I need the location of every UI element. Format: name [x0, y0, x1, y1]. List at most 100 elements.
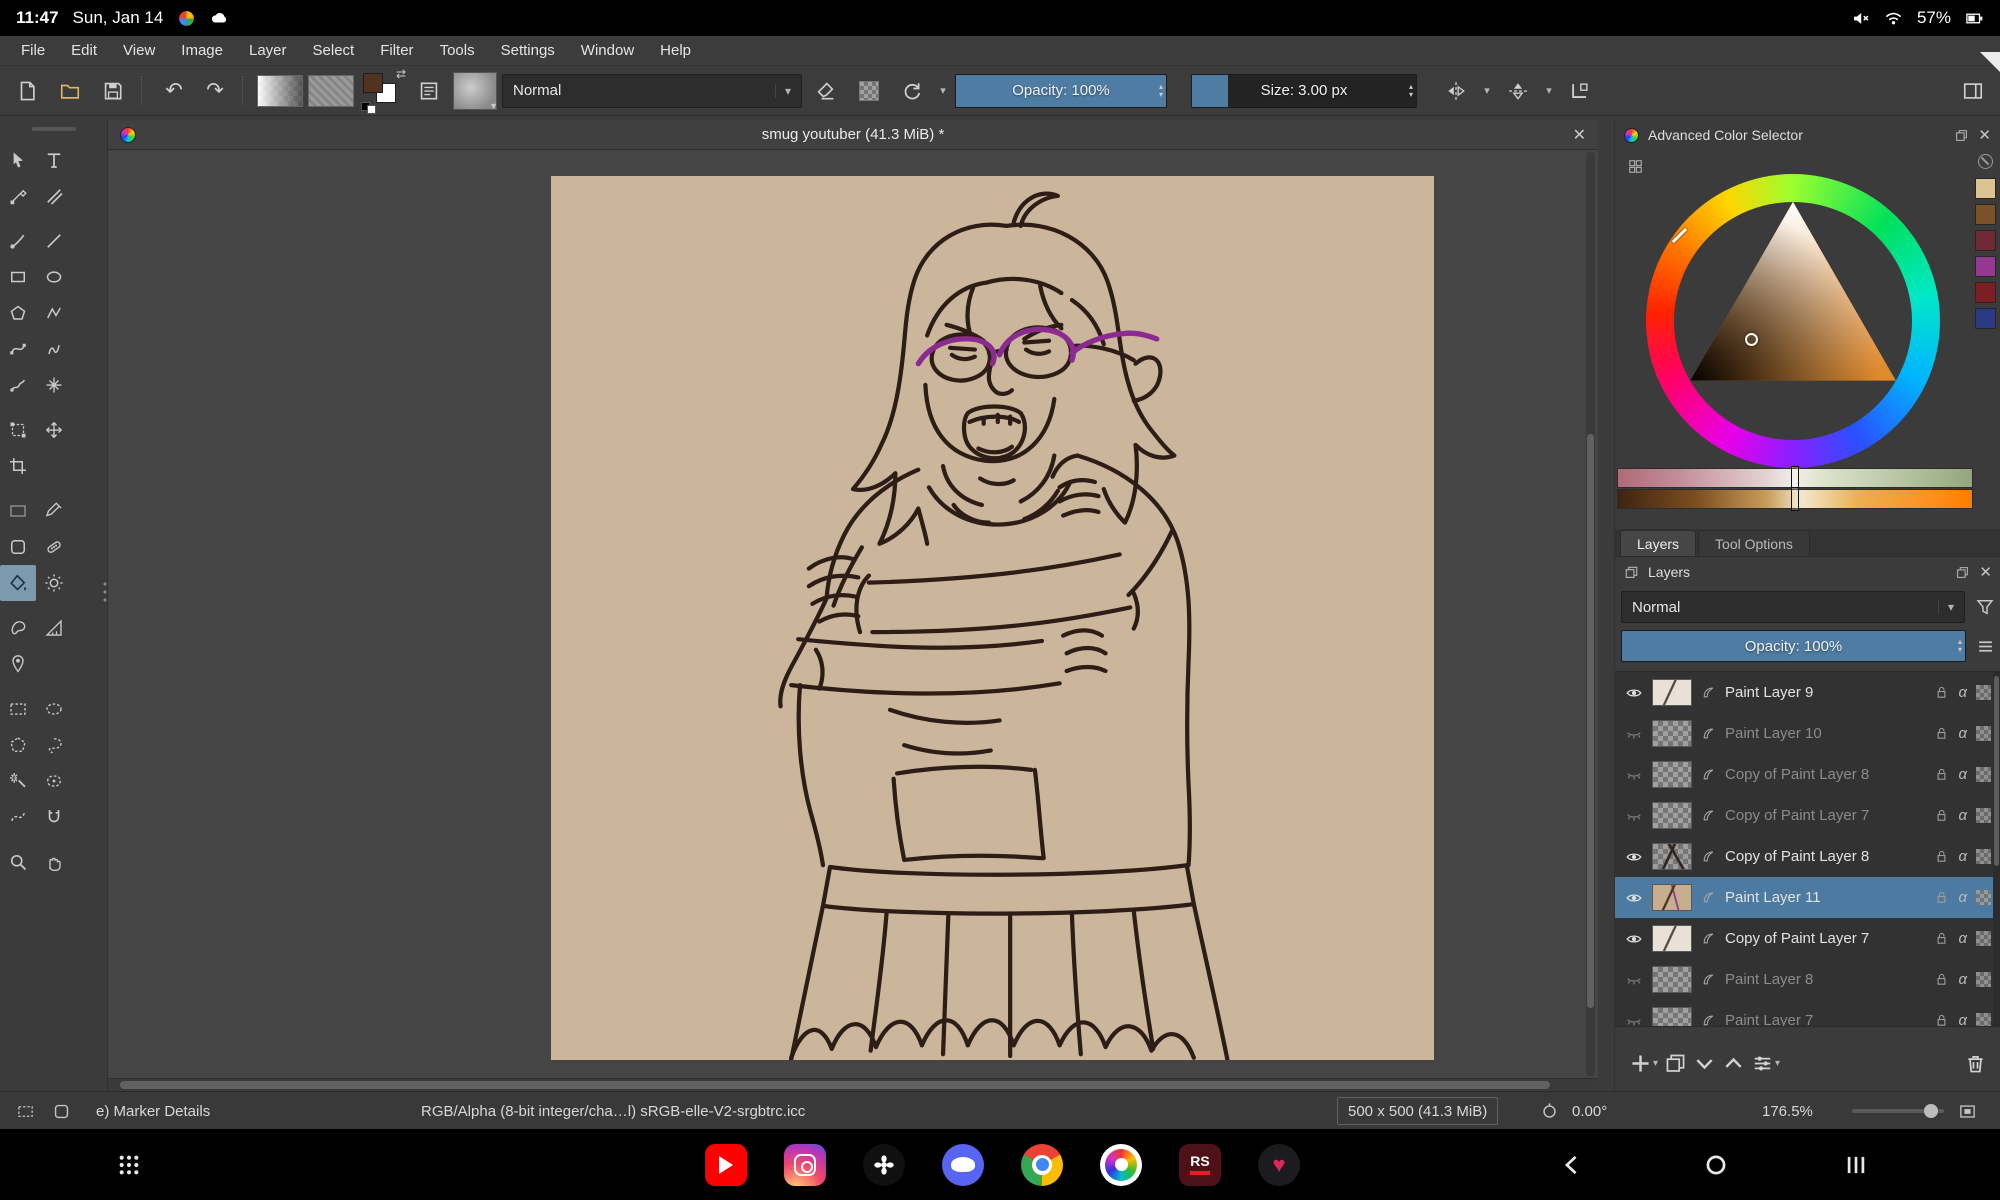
tool-polyline[interactable]	[36, 295, 72, 331]
layer-alpha-lock-icon[interactable]: α	[1958, 684, 1967, 701]
menu-window[interactable]: Window	[568, 36, 647, 65]
layer-filter-icon[interactable]	[1975, 597, 1995, 617]
chevron-down-icon[interactable]: ▾	[936, 72, 950, 110]
layer-alpha-checker-icon[interactable]	[1976, 685, 1991, 700]
app-icon-paint[interactable]	[1100, 1144, 1142, 1186]
new-document-button[interactable]	[8, 72, 46, 110]
fit-page-icon[interactable]	[1958, 1092, 1977, 1130]
layer-lock-icon[interactable]	[1934, 972, 1949, 987]
brush-size-slider[interactable]: Size: 3.00 px ▴▾	[1191, 74, 1417, 108]
shade-strip-handle[interactable]	[1791, 487, 1799, 511]
vertical-mirror-button[interactable]	[1499, 72, 1537, 110]
close-document-icon[interactable]: ✕	[1573, 125, 1586, 145]
tool-pan[interactable]	[36, 844, 72, 880]
shade-gradient-strip-1[interactable]	[1617, 468, 1973, 488]
tool-elliptical-selection[interactable]	[36, 691, 72, 727]
app-drawer-icon[interactable]	[118, 1154, 140, 1176]
layer-properties-button[interactable]: ▾	[1751, 1052, 1780, 1075]
zoom-slider[interactable]	[1852, 1092, 1944, 1130]
tool-assistants[interactable]	[36, 610, 72, 646]
redo-button[interactable]: ↷	[197, 78, 233, 103]
tool-select-shapes[interactable]	[0, 142, 36, 178]
menu-filter[interactable]: Filter	[367, 36, 426, 65]
vertical-scrollbar[interactable]	[1586, 152, 1595, 1076]
gradient-chooser-button[interactable]	[257, 75, 303, 107]
recent-color-swatch[interactable]	[1975, 204, 1996, 225]
float-docker-icon[interactable]	[1954, 128, 1969, 143]
recent-color-swatch[interactable]	[1975, 230, 1996, 251]
eraser-mode-button[interactable]	[807, 72, 845, 110]
layer-lock-icon[interactable]	[1934, 808, 1949, 823]
layer-visibility-toggle[interactable]	[1625, 807, 1643, 825]
tool-move[interactable]	[36, 412, 72, 448]
layer-opacity-slider[interactable]: Opacity: 100% ▴▾	[1621, 630, 1966, 662]
menu-help[interactable]: Help	[647, 36, 704, 65]
tool-multibrush[interactable]	[36, 367, 72, 403]
tool-calligraphy[interactable]	[36, 178, 72, 214]
recent-color-swatch[interactable]	[1975, 178, 1996, 199]
tool-polygon[interactable]	[0, 295, 36, 331]
rotation-icon[interactable]	[1540, 1092, 1559, 1130]
layer-row[interactable]: Copy of Paint Layer 7 α	[1615, 795, 2000, 836]
tool-freehand-path[interactable]	[36, 331, 72, 367]
swap-colors-icon[interactable]: ⇄	[396, 67, 406, 81]
tool-edit-shapes[interactable]	[0, 178, 36, 214]
menu-image[interactable]: Image	[168, 36, 236, 65]
tool-polygonal-selection[interactable]	[0, 727, 36, 763]
move-layer-up-button[interactable]	[1722, 1052, 1745, 1075]
menu-view[interactable]: View	[110, 36, 168, 65]
global-selection-icon[interactable]	[16, 1092, 35, 1130]
tool-transform[interactable]	[0, 412, 36, 448]
layer-row[interactable]: Paint Layer 10 α	[1615, 713, 2000, 754]
reset-colors-white-swatch[interactable]	[367, 105, 376, 114]
trim-to-image-size-button[interactable]	[1561, 72, 1599, 110]
tool-contiguous-selection[interactable]	[0, 763, 36, 799]
layer-row[interactable]: Copy of Paint Layer 8 α	[1615, 754, 2000, 795]
layer-row[interactable]: Paint Layer 9 α	[1615, 672, 2000, 713]
tool-crop[interactable]	[0, 448, 36, 484]
color-selector-settings-icon[interactable]	[1627, 158, 1644, 175]
delete-layer-button[interactable]	[1964, 1052, 1987, 1075]
zoom-value[interactable]: 176.5%	[1762, 1092, 1813, 1130]
tool-enclose-and-fill[interactable]	[36, 565, 72, 601]
layer-lock-icon[interactable]	[1934, 685, 1949, 700]
app-icon-youtube[interactable]	[705, 1144, 747, 1186]
float-docker-icon[interactable]	[1955, 565, 1970, 580]
pattern-chooser-button[interactable]	[308, 75, 354, 107]
layer-alpha-checker-icon[interactable]	[1976, 890, 1991, 905]
layer-alpha-checker-icon[interactable]	[1976, 972, 1991, 987]
tool-similar-color-selection[interactable]	[36, 763, 72, 799]
menu-select[interactable]: Select	[300, 36, 368, 65]
layer-alpha-checker-icon[interactable]	[1976, 808, 1991, 823]
layer-row[interactable]: Paint Layer 7 α	[1615, 1000, 2000, 1027]
tool-text[interactable]	[36, 142, 72, 178]
layer-alpha-lock-icon[interactable]: α	[1958, 889, 1967, 906]
tool-bezier-selection[interactable]	[0, 799, 36, 835]
layer-alpha-lock-icon[interactable]: α	[1958, 725, 1967, 742]
android-home-button[interactable]	[1704, 1153, 1728, 1177]
tab-layers[interactable]: Layers	[1620, 530, 1696, 556]
foreground-color-swatch[interactable]	[363, 73, 383, 93]
spin-down-icon[interactable]: ▾	[1409, 91, 1413, 99]
layer-alpha-checker-icon[interactable]	[1976, 1013, 1991, 1027]
layer-visibility-toggle[interactable]	[1625, 848, 1643, 866]
chevron-down-icon[interactable]: ▾	[1480, 72, 1494, 110]
save-button[interactable]	[94, 72, 132, 110]
layer-alpha-lock-icon[interactable]: α	[1958, 1012, 1967, 1027]
app-icon-heart[interactable]: ♥	[1258, 1144, 1300, 1186]
menu-file[interactable]: File	[8, 36, 58, 65]
opacity-slider[interactable]: Opacity: 100% ▴▾	[955, 74, 1167, 108]
layer-alpha-lock-icon[interactable]: α	[1958, 766, 1967, 783]
chevron-down-icon[interactable]: ▾	[1542, 72, 1556, 110]
canvas-viewport[interactable]	[108, 150, 1598, 1078]
choose-workspace-button[interactable]	[1954, 72, 1992, 110]
app-icon-instagram[interactable]	[784, 1144, 826, 1186]
vertical-scrollbar-thumb[interactable]	[1587, 434, 1594, 1008]
tool-freehand-selection[interactable]	[36, 727, 72, 763]
spin-down-icon[interactable]: ▾	[1958, 646, 1962, 654]
tool-rectangular-selection[interactable]	[0, 691, 36, 727]
layer-lock-icon[interactable]	[1934, 890, 1949, 905]
corner-toggle-icon[interactable]	[1980, 52, 2000, 72]
tool-rectangle[interactable]	[0, 259, 36, 295]
layers-menu-icon[interactable]	[1976, 637, 1995, 656]
